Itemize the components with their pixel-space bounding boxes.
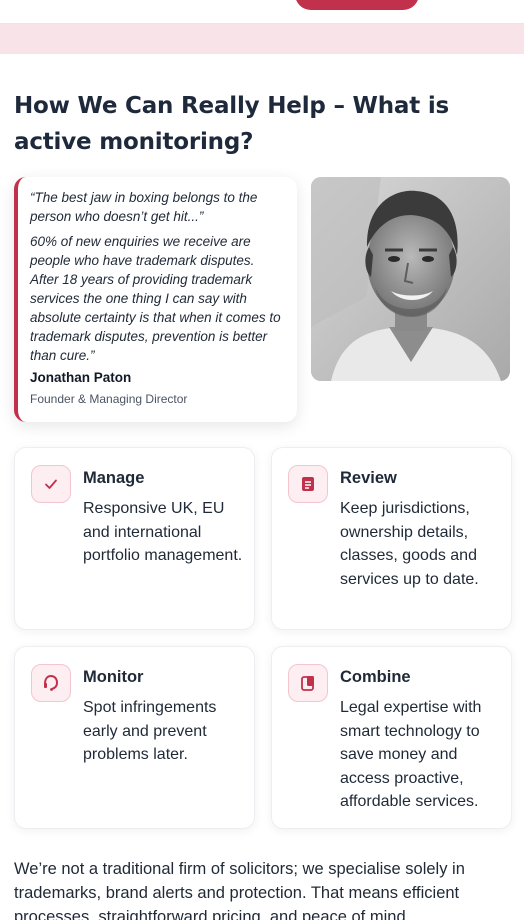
feature-card-monitor: Monitor Spot infringements early and pre… <box>14 646 255 829</box>
files-icon <box>288 664 328 702</box>
portrait-image <box>311 177 510 381</box>
checkmark-icon <box>31 465 71 503</box>
feature-card-review: Review Keep jurisdictions, ownership det… <box>271 447 512 630</box>
portrait-photo <box>311 177 510 381</box>
feature-title: Review <box>340 469 397 487</box>
quote-line-1: “The best jaw in boxing belongs to the p… <box>30 190 258 224</box>
headset-icon <box>31 664 71 702</box>
quote-card: “The best jaw in boxing belongs to the p… <box>14 177 297 422</box>
quote-line-2: 60% of new enquiries we receive are peop… <box>30 234 281 363</box>
header-cta-button[interactable] <box>295 0 419 10</box>
feature-title: Monitor <box>83 668 144 686</box>
quote-author: Jonathan Paton <box>30 370 132 385</box>
feature-text: Keep jurisdictions, ownership details, c… <box>340 500 479 588</box>
top-bar <box>0 0 524 24</box>
pink-band <box>0 24 524 54</box>
document-icon <box>288 465 328 503</box>
feature-card-manage: Manage Responsive UK, EU and internation… <box>14 447 255 630</box>
section-heading: How We Can Really Help – What is active … <box>14 93 449 155</box>
feature-text: Responsive UK, EU and international port… <box>83 500 243 564</box>
quote-author-role: Founder & Managing Director <box>30 392 188 406</box>
intro-paragraph: We’re not a traditional firm of solicito… <box>14 860 465 920</box>
feature-title: Combine <box>340 668 411 686</box>
feature-card-combine: Combine Legal expertise with smart techn… <box>271 646 512 829</box>
feature-text: Spot infringements early and prevent pro… <box>83 699 217 763</box>
feature-title: Manage <box>83 469 145 487</box>
feature-text: Legal expertise with smart technology to… <box>340 699 482 810</box>
